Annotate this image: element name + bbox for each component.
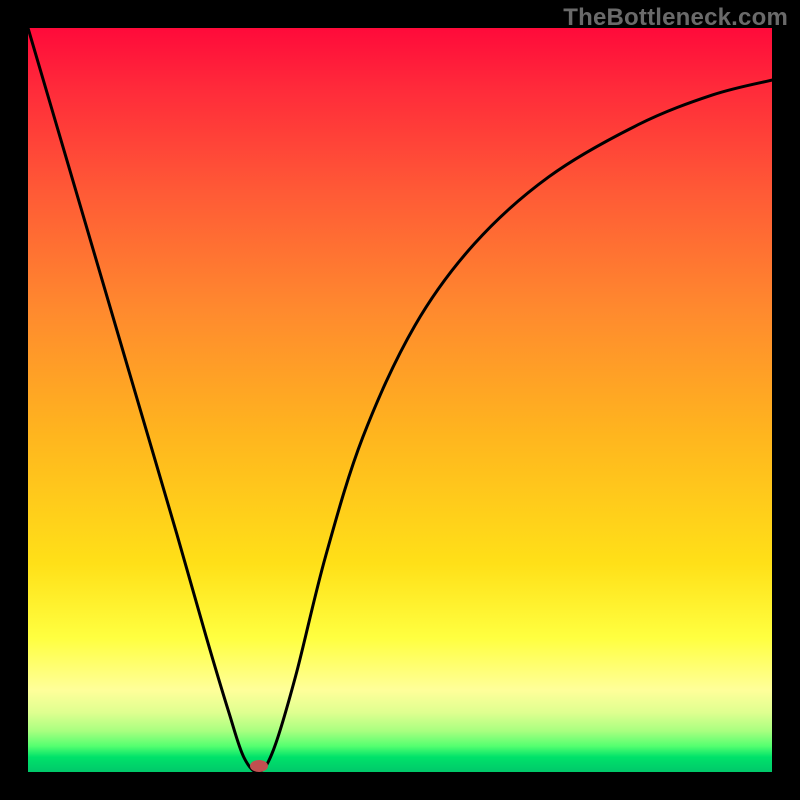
watermark-text: TheBottleneck.com bbox=[563, 4, 788, 32]
optimal-point-marker bbox=[250, 760, 268, 772]
plot-area bbox=[28, 28, 772, 772]
chart-frame: TheBottleneck.com bbox=[0, 0, 800, 800]
bottleneck-curve bbox=[28, 28, 772, 772]
